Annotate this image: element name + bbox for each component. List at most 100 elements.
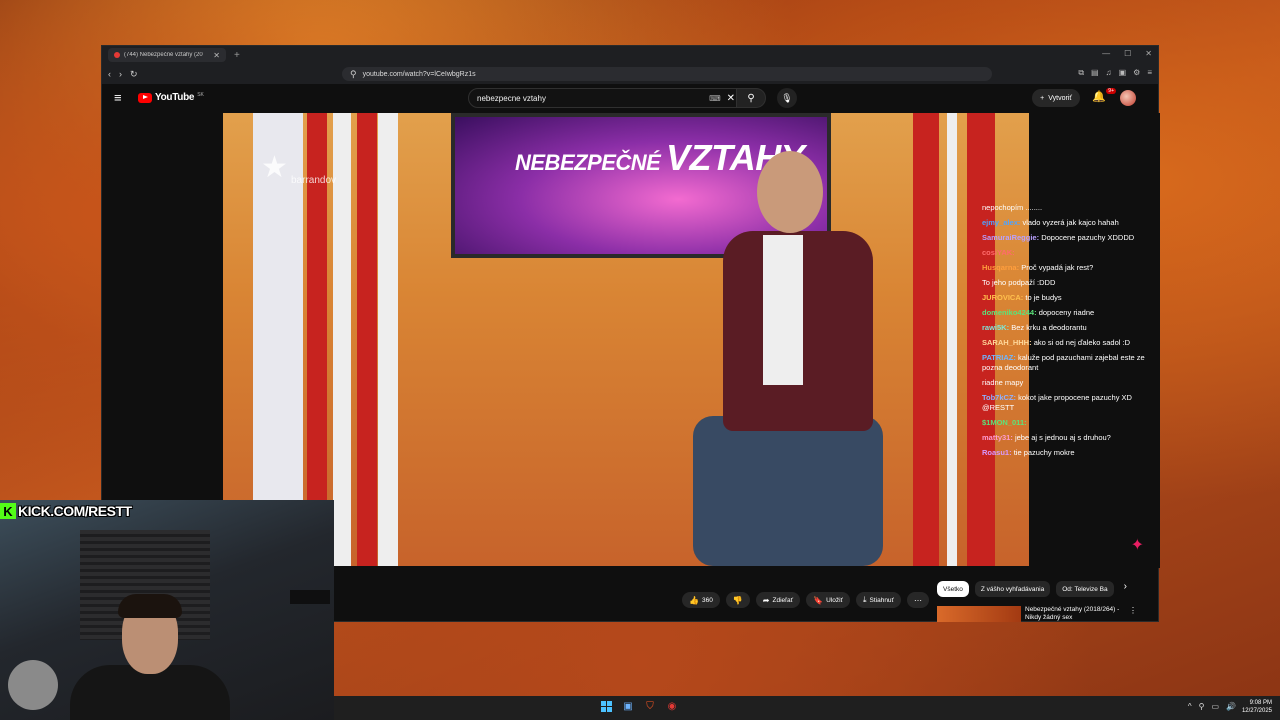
recommended-thumbnail[interactable] bbox=[937, 606, 1021, 622]
chat-username[interactable]: SamuraiReggie: bbox=[982, 233, 1039, 242]
plus-icon: + bbox=[1040, 94, 1045, 102]
channel-logo-text: barrandov bbox=[291, 175, 337, 186]
start-button[interactable] bbox=[600, 700, 612, 712]
create-button[interactable]: + Vytvoriť bbox=[1032, 89, 1080, 107]
new-tab-icon[interactable]: + bbox=[234, 50, 240, 61]
network-icon[interactable]: ▭ bbox=[1211, 702, 1219, 711]
chevron-right-icon[interactable]: › bbox=[1124, 581, 1127, 597]
search-box[interactable]: nebezpecne vztahy ⌨ ✕ bbox=[468, 88, 742, 108]
chat-username[interactable]: matty31: bbox=[982, 433, 1013, 442]
more-actions-button[interactable]: ⋯ bbox=[906, 592, 929, 608]
clock-date: 12/27/2025 bbox=[1241, 708, 1272, 714]
keyboard-icon[interactable]: ⌨ bbox=[709, 94, 721, 103]
sidebar-icon[interactable]: ▤ bbox=[1091, 68, 1099, 78]
browser-tab[interactable]: (744) Nebezpečné vztahy (20 ✕ bbox=[108, 48, 226, 62]
wallet-icon[interactable]: ▣ bbox=[1119, 68, 1127, 78]
host-shirt bbox=[763, 235, 803, 385]
chip-from-channel[interactable]: Od: Televize Ba bbox=[1056, 581, 1114, 597]
music-icon[interactable]: ♫ bbox=[1106, 68, 1112, 78]
recommended-video[interactable]: Nebezpečné vztahy (2018/264) - Nikdy žád… bbox=[937, 606, 1137, 622]
clock-time: 9:08 PM bbox=[1249, 700, 1272, 706]
site-info-icon[interactable]: ⚲ bbox=[350, 69, 357, 80]
maximize-icon[interactable]: ☐ bbox=[1124, 49, 1131, 58]
video-player[interactable]: NEBEZPEČNÉ VZTAHY ★ barrandov bbox=[223, 113, 1029, 566]
chat-username[interactable]: rawi5K: bbox=[982, 323, 1009, 332]
chat-username[interactable]: ejmy_alex: bbox=[982, 218, 1020, 227]
save-button[interactable]: 🔖 Uložiť bbox=[806, 592, 850, 608]
save-label: Uložiť bbox=[826, 596, 843, 604]
volume-icon[interactable]: 🔊 bbox=[1226, 702, 1236, 711]
chat-message: riadne mapy bbox=[982, 378, 1154, 388]
forward-icon[interactable]: › bbox=[119, 69, 122, 79]
like-count: 360 bbox=[701, 596, 713, 604]
usb-icon[interactable]: ⚲ bbox=[1199, 702, 1205, 711]
search-input[interactable]: nebezpecne vztahy bbox=[477, 94, 709, 103]
chat-message: SARAH_HHH: ako si od nej ďaleko sadol :D bbox=[982, 338, 1154, 348]
chat-username[interactable]: $1MON_011: bbox=[982, 418, 1027, 427]
kick-url-text: KICK.COM/RESTT bbox=[18, 503, 132, 519]
chat-username[interactable]: Tob7kCZ: bbox=[982, 393, 1016, 402]
chat-text: Bez krku a deodorantu bbox=[1011, 323, 1087, 332]
hamburger-menu-icon[interactable]: ≡ bbox=[114, 90, 122, 105]
address-bar-row: ‹ › ↻ ⚲ youtube.com/watch?v=lCeIwbgRz1s … bbox=[102, 64, 1158, 84]
chip-all[interactable]: Všetko bbox=[937, 581, 969, 597]
chat-username[interactable]: JUROVICA: bbox=[982, 293, 1023, 302]
chat-message: JUROVICA: to je budys bbox=[982, 293, 1154, 303]
streamer-hair bbox=[118, 594, 182, 618]
reload-icon[interactable]: ↻ bbox=[130, 69, 138, 80]
notifications-bell-icon[interactable]: 🔔 bbox=[1092, 90, 1106, 103]
youtube-logo[interactable]: YouTube SK bbox=[138, 92, 204, 103]
notification-badge: 9+ bbox=[1106, 88, 1116, 94]
brave-browser-icon[interactable]: ⛉ bbox=[644, 700, 656, 712]
like-button[interactable]: 👍 360 bbox=[682, 592, 720, 608]
extensions-icon[interactable]: ⧉ bbox=[1078, 68, 1084, 78]
system-tray: ^ ⚲ ▭ 🔊 bbox=[1188, 702, 1236, 711]
minimize-icon[interactable]: — bbox=[1102, 49, 1110, 58]
chat-message: Husqarna: Proč vypadá jak rest? bbox=[982, 263, 1154, 273]
settings-icon[interactable]: ⚙ bbox=[1133, 68, 1140, 78]
chat-username[interactable]: PATRIAZ: bbox=[982, 353, 1016, 362]
chat-text: ako si od nej ďaleko sadol :D bbox=[1033, 338, 1131, 347]
chat-username[interactable]: SARAH_HHH: bbox=[982, 338, 1032, 347]
chat-username[interactable]: Roasu1: bbox=[982, 448, 1012, 457]
share-button[interactable]: ➦ Zdieľať bbox=[755, 592, 801, 608]
chip-from-search[interactable]: Z vášho vyhľadávania bbox=[974, 581, 1051, 597]
search-button[interactable]: ⚲ bbox=[736, 88, 766, 108]
chat-text: riadne mapy bbox=[982, 378, 1024, 387]
chat-username[interactable]: domeniko4244: bbox=[982, 308, 1037, 317]
back-icon[interactable]: ‹ bbox=[108, 69, 111, 79]
close-tab-icon[interactable]: ✕ bbox=[213, 51, 220, 60]
url-text: youtube.com/watch?v=lCeIwbgRz1s bbox=[362, 70, 476, 78]
channel-logo: ★ barrandov bbox=[261, 153, 337, 187]
voice-search-button[interactable]: 🎙 bbox=[777, 88, 797, 108]
chat-username[interactable]: Husqarna: bbox=[982, 263, 1019, 272]
search-icon: ⚲ bbox=[747, 92, 755, 104]
youtube-play-icon bbox=[138, 92, 152, 103]
chat-text: to je budys bbox=[1025, 293, 1062, 302]
download-button[interactable]: ⤓ Stiahnuť bbox=[855, 592, 901, 608]
chat-username[interactable]: cosiYAK: bbox=[982, 248, 1015, 257]
dislike-button[interactable]: 👎 bbox=[725, 592, 750, 608]
create-label: Vytvoriť bbox=[1048, 94, 1072, 102]
recommended-title[interactable]: Nebezpečné vztahy (2018/264) - Nikdy žád… bbox=[1025, 606, 1125, 622]
tray-chevron-icon[interactable]: ^ bbox=[1188, 702, 1192, 711]
share-label: Zdieľať bbox=[772, 596, 794, 604]
chrome-icon[interactable]: ◉ bbox=[666, 700, 678, 712]
kick-logo-icon: K bbox=[0, 503, 16, 519]
file-explorer-icon[interactable]: ▣ bbox=[622, 700, 634, 712]
kebab-menu-icon[interactable]: ⋮ bbox=[1129, 606, 1137, 622]
thumbs-up-icon: 👍 bbox=[689, 595, 699, 605]
taskbar-clock[interactable]: 9:08 PM 12/27/2025 bbox=[1242, 699, 1272, 715]
kick-brand-icon: ✦ bbox=[1130, 537, 1144, 554]
clear-search-icon[interactable]: ✕ bbox=[727, 93, 735, 104]
close-window-icon[interactable]: ✕ bbox=[1145, 49, 1152, 58]
youtube-favicon-icon bbox=[114, 52, 120, 58]
menu-icon[interactable]: ≡ bbox=[1147, 68, 1152, 78]
chat-text: nepochopím ........ bbox=[982, 203, 1043, 212]
host-legs bbox=[693, 416, 883, 566]
tab-bar: (744) Nebezpečné vztahy (20 ✕ + — ☐ ✕ bbox=[102, 46, 1158, 64]
account-avatar[interactable] bbox=[1120, 90, 1136, 106]
taskbar-apps: ▣ ⛉ ◉ bbox=[600, 700, 678, 712]
url-field[interactable]: ⚲ youtube.com/watch?v=lCeIwbgRz1s bbox=[342, 67, 992, 81]
host-figure bbox=[693, 151, 893, 566]
